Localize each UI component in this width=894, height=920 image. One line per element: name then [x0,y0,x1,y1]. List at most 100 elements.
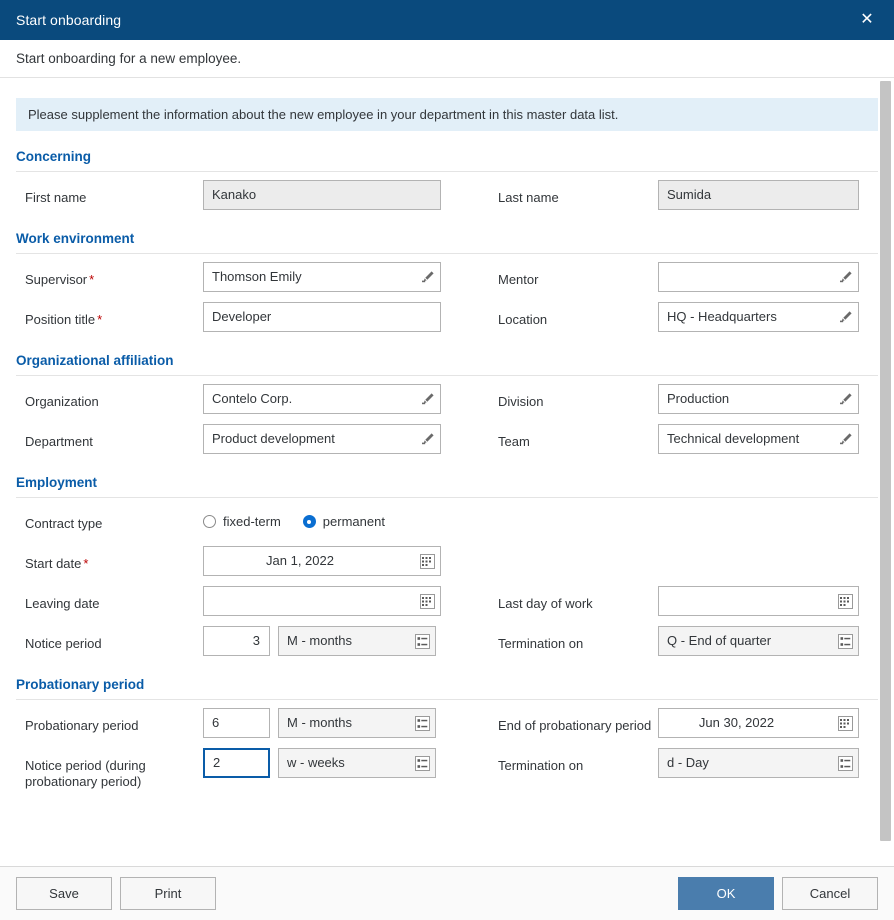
notice-period-amount-input[interactable]: 3 [203,626,270,656]
list-select-icon[interactable] [409,709,435,737]
division-field[interactable]: Production [658,384,859,414]
leaving-date-field[interactable] [203,586,441,616]
mentor-field[interactable] [658,262,859,292]
form-cell: Notice period 3 M - months [16,626,492,656]
field-label-division: Division [498,394,544,409]
notice-period-unit-select[interactable]: M - months [278,626,436,656]
start-date-value: Jan 1, 2022 [266,553,334,568]
form-row: Organization Contelo Corp. Division Prod… [16,384,878,424]
close-icon[interactable]: ✕ [854,7,880,33]
radio-label-permanent: permanent [322,514,385,529]
dialog-subtitle-bar: Start onboarding for a new employee. [0,40,894,78]
information-message-strip: Please supplement the information about … [16,98,878,131]
radio-button-unselected-icon[interactable] [203,515,216,528]
required-marker: * [83,556,89,571]
end-of-probationary-period-field[interactable]: Jun 30, 2022 [658,708,859,738]
team-field[interactable]: Technical development [658,424,859,454]
notice-period-amount-value: 3 [252,633,260,648]
form-cell: Division Production [492,384,878,414]
field-label-probationary-period: Probationary period [25,718,139,733]
form-cell: Termination on d - Day [492,748,878,778]
section-title-concerning: Concerning [16,149,878,172]
save-button[interactable]: Save [16,877,112,910]
value-help-pencil-icon[interactable] [834,385,858,413]
cancel-button[interactable]: Cancel [782,877,878,910]
supervisor-value: Thomson Emily [212,269,302,284]
form-cell: Supervisor * Thomson Emily [16,262,492,292]
list-select-icon[interactable] [409,749,435,777]
position-title-field[interactable]: Developer [203,302,441,332]
form-cell: Organization Contelo Corp. [16,384,492,414]
radio-option-permanent[interactable]: permanent [302,514,385,529]
field-label-end-of-probationary-period: End of probationary period [498,718,652,733]
list-select-icon[interactable] [832,749,858,777]
calendar-icon[interactable] [414,547,440,575]
value-help-pencil-icon[interactable] [834,303,858,331]
termination-on-probation-select[interactable]: d - Day [658,748,859,778]
first-name-field: Kanako [203,180,441,210]
start-date-field[interactable]: Jan 1, 2022 [203,546,441,576]
section-probationary-period: Probationary period Probationary period … [16,677,878,790]
first-name-value: Kanako [212,187,257,202]
form-row: Supervisor * Thomson Emily Mentor [16,262,878,302]
radio-button-selected-icon[interactable] [302,515,316,528]
section-title-organizational-affiliation: Organizational affiliation [16,353,878,376]
value-help-pencil-icon[interactable] [416,425,440,453]
dialog-titlebar: Start onboarding ✕ [0,0,894,40]
field-label-termination-on: Termination on [498,636,584,651]
value-help-pencil-icon[interactable] [834,263,858,291]
section-concerning: Concerning First name Kanako Last name S… [16,149,878,220]
field-label-notice-period: Notice period [25,636,102,651]
field-label-position-title: Position title * [25,312,103,327]
form-row: Probationary period 6 M - months End of … [16,708,878,748]
calendar-icon[interactable] [832,709,858,737]
list-select-icon[interactable] [409,627,435,655]
section-employment: Employment Contract type fixed-term perm… [16,475,878,666]
notice-period-probation-amount-input[interactable]: 2 [203,748,270,778]
probationary-period-unit-select[interactable]: M - months [278,708,436,738]
division-value: Production [667,391,730,406]
location-value: HQ - Headquarters [667,309,777,324]
notice-period-unit-value: M - months [287,633,353,648]
last-day-of-work-field[interactable] [658,586,859,616]
team-value: Technical development [667,431,800,446]
radio-option-fixed-term[interactable]: fixed-term [203,514,281,529]
form-cell: Last name Sumida [492,180,878,210]
organization-field[interactable]: Contelo Corp. [203,384,441,414]
termination-on-select[interactable]: Q - End of quarter [658,626,859,656]
form-content: Please supplement the information about … [0,78,894,866]
form-row: Notice period (during probationary perio… [16,748,878,790]
form-row: Contract type fixed-term permanent [16,506,878,546]
location-field[interactable]: HQ - Headquarters [658,302,859,332]
value-help-pencil-icon[interactable] [416,263,440,291]
form-cell: Termination on Q - End of quarter [492,626,878,656]
notice-period-probation-unit-select[interactable]: w - weeks [278,748,436,778]
form-scroll-area: Please supplement the information about … [0,78,894,866]
field-label-termination-on-probation: Termination on [498,758,584,773]
calendar-icon[interactable] [414,587,440,615]
form-cell: Location HQ - Headquarters [492,302,878,332]
field-label-start-date: Start date * [25,556,89,571]
print-button[interactable]: Print [120,877,216,910]
field-label-department: Department [25,434,93,449]
form-scrollbar[interactable] [880,78,891,866]
calendar-icon[interactable] [832,587,858,615]
supervisor-field[interactable]: Thomson Emily [203,262,441,292]
field-label-first-name: First name [25,190,87,205]
field-label-last-day-of-work: Last day of work [498,596,593,611]
form-row: First name Kanako Last name Sumida [16,180,878,220]
list-select-icon[interactable] [832,627,858,655]
probationary-period-amount-input[interactable]: 6 [203,708,270,738]
section-title-probationary-period: Probationary period [16,677,878,700]
value-help-pencil-icon[interactable] [416,385,440,413]
scrollbar-thumb[interactable] [880,81,891,841]
ok-button[interactable]: OK [678,877,774,910]
form-row: Position title * Developer Location HQ - … [16,302,878,342]
form-row: Notice period 3 M - months Termination o… [16,626,878,666]
field-label-leaving-date: Leaving date [25,596,100,611]
value-help-pencil-icon[interactable] [834,425,858,453]
department-field[interactable]: Product development [203,424,441,454]
termination-on-probation-value: d - Day [667,755,709,770]
department-value: Product development [212,431,335,446]
dialog-subtitle: Start onboarding for a new employee. [16,51,242,66]
